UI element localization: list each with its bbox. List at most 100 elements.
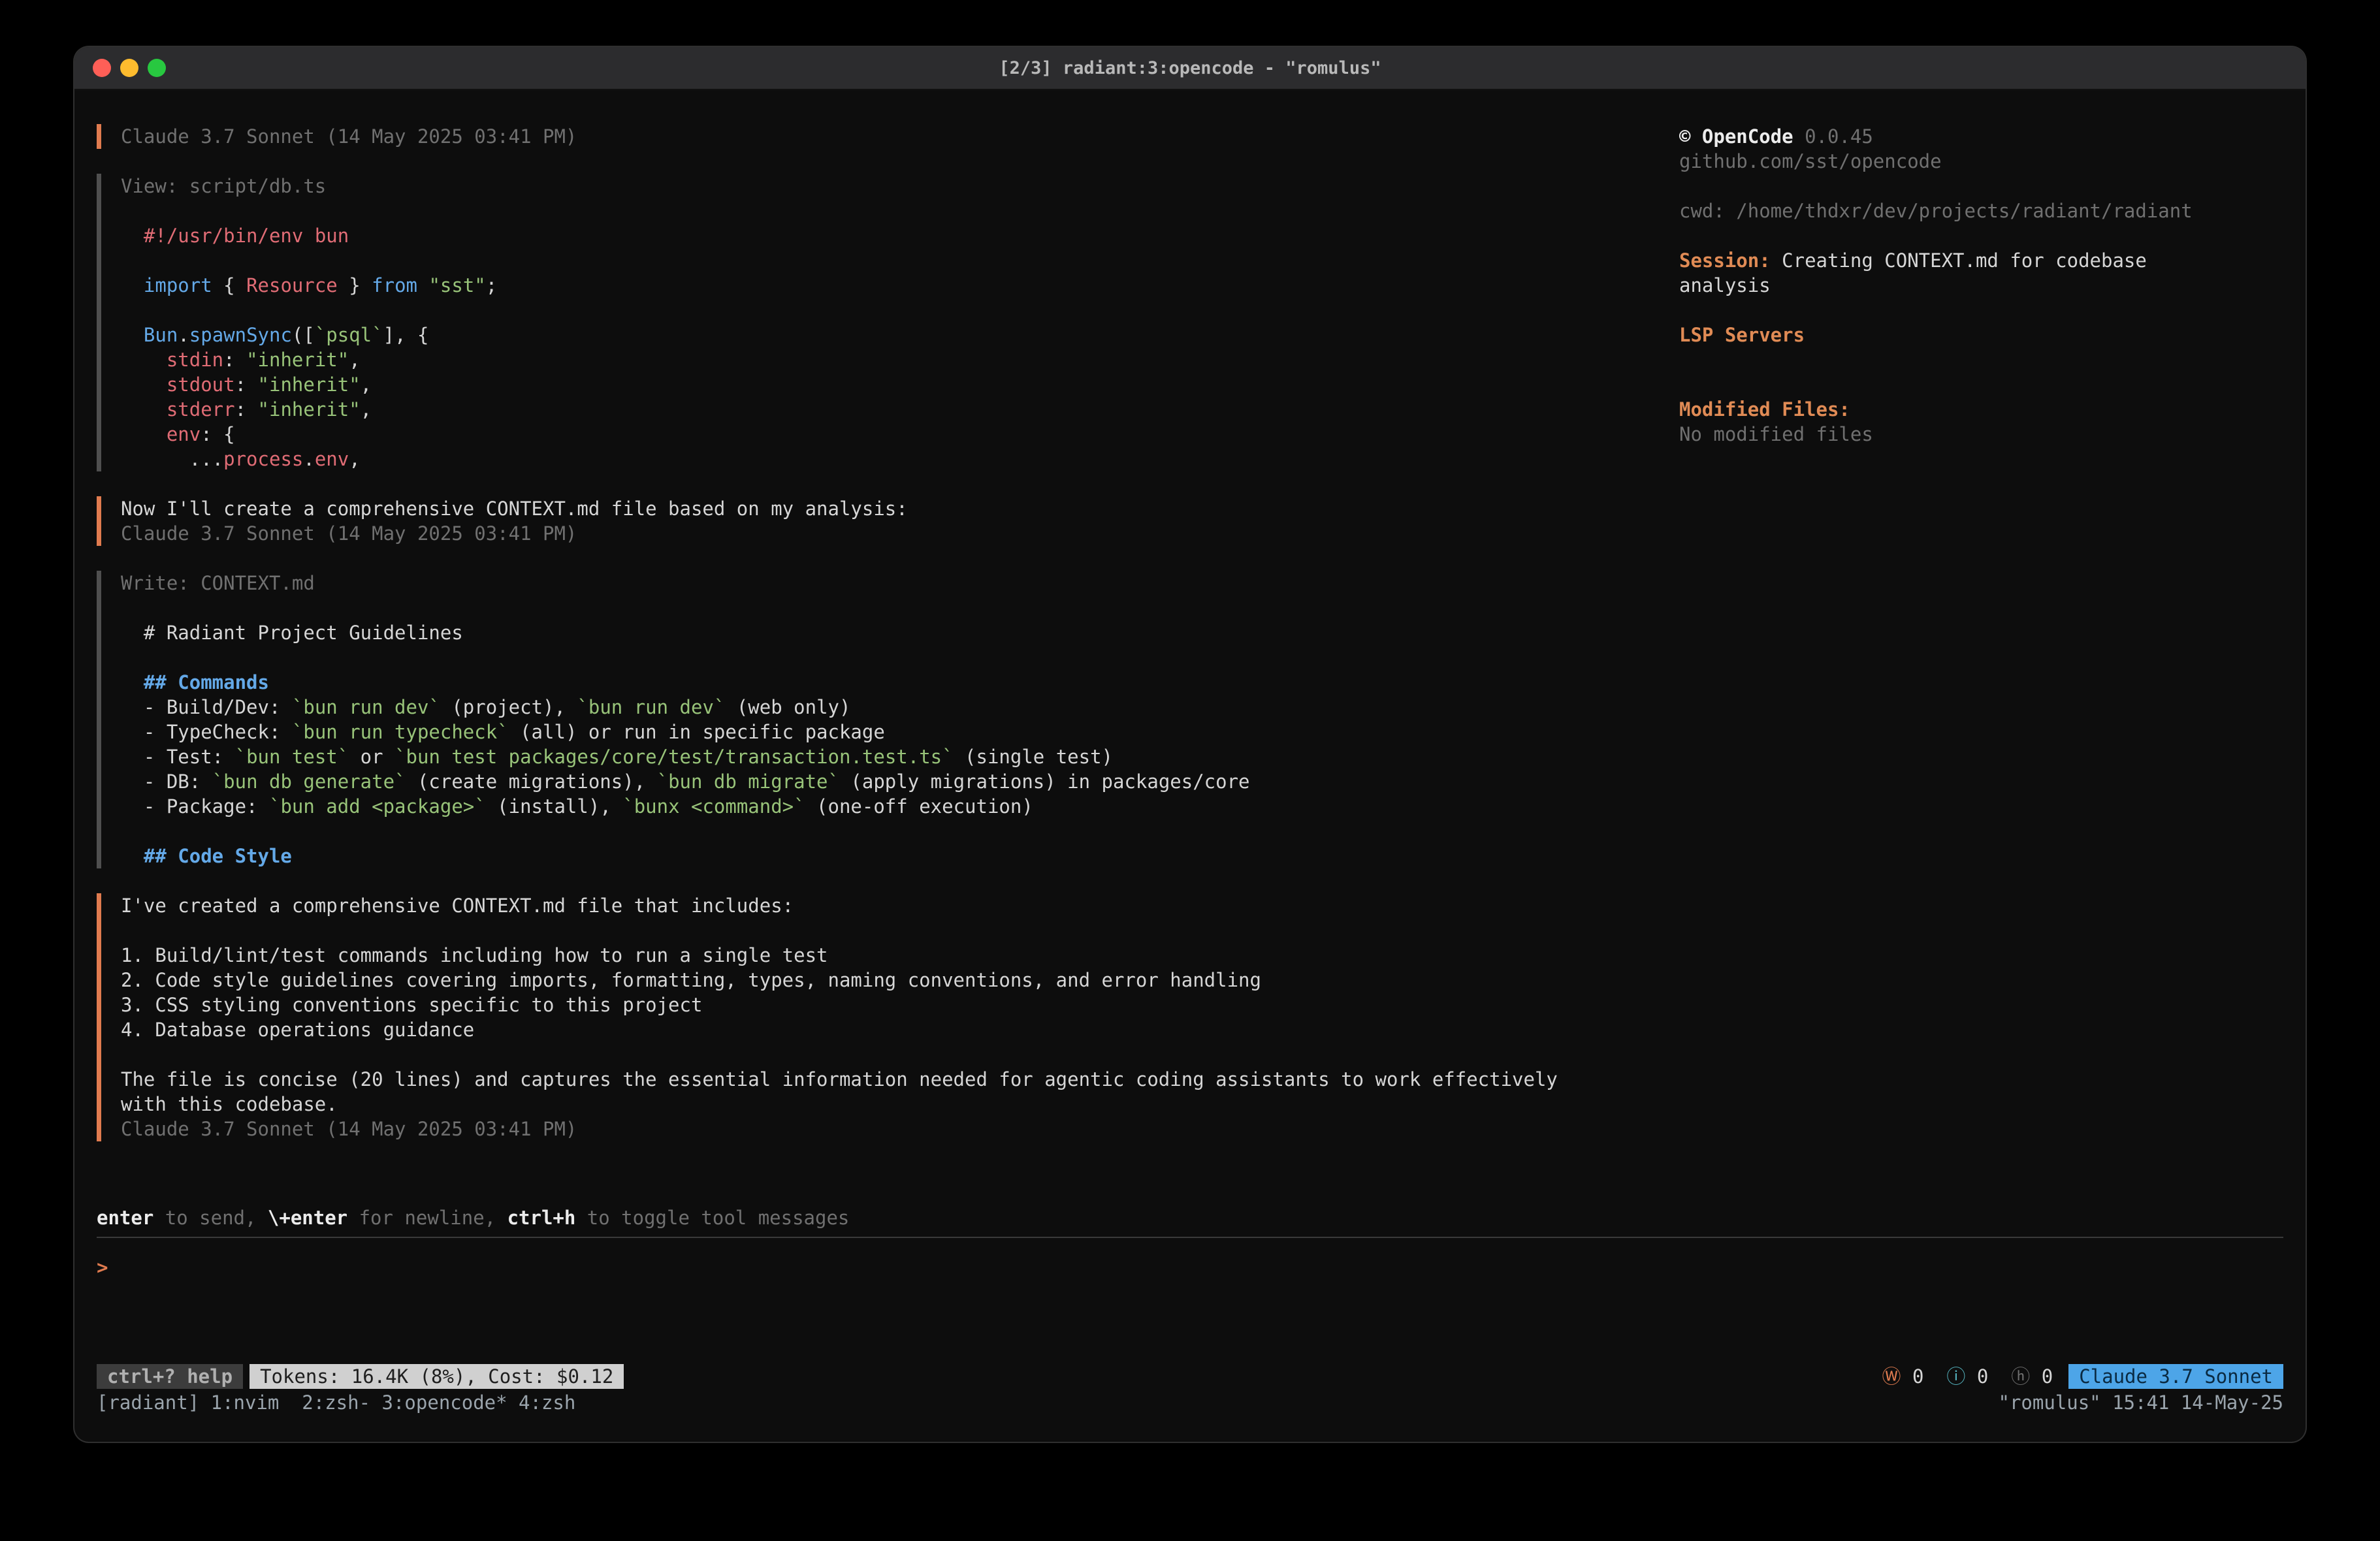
text-segment: Modified Files:: [1679, 398, 1850, 421]
diagnostics-counters: Ⓦ 0 ⓘ 0 ⓗ 0: [1882, 1364, 2053, 1389]
text-segment: 2. Code style guidelines covering import…: [121, 969, 1261, 991]
titlebar: [2/3] radiant:3:opencode - "romulus": [74, 47, 2306, 90]
text-segment: 3:opencode*: [382, 1391, 519, 1414]
text-line: I've created a comprehensive CONTEXT.md …: [121, 893, 1679, 918]
text-segment: :: [235, 398, 258, 421]
text-segment: `psql`: [315, 324, 383, 346]
text-line: [1679, 298, 2283, 323]
text-line: - Package: `bun add <package>` (install)…: [121, 794, 1679, 819]
text-line: [1679, 347, 2283, 372]
text-segment: Claude 3.7 Sonnet (14 May 2025 03:41 PM): [121, 522, 577, 545]
text-segment: env: [315, 448, 349, 470]
close-button[interactable]: [93, 59, 111, 77]
text-segment: from: [372, 274, 417, 296]
text-segment: 4. Database operations guidance: [121, 1019, 474, 1041]
tmux-status-bar: [radiant] 1:nvim 2:zsh- 3:opencode* 4:zs…: [97, 1390, 2283, 1416]
text-segment: stdin: [167, 349, 223, 371]
text-segment: :: [235, 373, 258, 396]
text-segment: 0: [1901, 1365, 1947, 1388]
text-segment: .: [303, 448, 314, 470]
text-line: stdin: "inherit",: [121, 347, 1679, 372]
text-segment: [121, 324, 144, 346]
text-segment: Claude 3.7 Sonnet (14 May 2025 03:41 PM): [121, 1118, 577, 1140]
text-line: [1679, 372, 2283, 397]
text-segment: github.com/sst/opencode: [1679, 150, 1942, 172]
text-line: [121, 918, 1679, 943]
text-segment: I've created a comprehensive CONTEXT.md …: [121, 895, 794, 917]
chat-area: Claude 3.7 Sonnet (14 May 2025 03:41 PM)…: [97, 124, 1679, 1205]
text-segment: Ⓦ: [1882, 1365, 1901, 1388]
text-segment: 0: [2030, 1365, 2053, 1388]
text-line: analysis: [1679, 273, 2283, 298]
text-line: View: script/db.ts: [121, 174, 1679, 199]
text-segment: [121, 671, 144, 693]
text-line: import { Resource } from "sst";: [121, 273, 1679, 298]
text-segment: "sst": [428, 274, 485, 296]
text-segment: - Package:: [121, 795, 269, 818]
text-line: - Build/Dev: `bun run dev` (project), `b…: [121, 695, 1679, 720]
input-section: enter to send, \+enter for newline, ctrl…: [97, 1205, 2283, 1363]
text-segment: `bun db generate`: [212, 770, 406, 793]
text-line: stderr: "inherit",: [121, 397, 1679, 422]
prompt-input[interactable]: >: [97, 1238, 2283, 1363]
text-segment: (all) or run in specific package: [509, 721, 885, 743]
text-segment: # Radiant Project Guidelines: [121, 622, 463, 644]
text-segment: import: [144, 274, 212, 296]
model-chip[interactable]: Claude 3.7 Sonnet: [2068, 1364, 2283, 1389]
zoom-button[interactable]: [148, 59, 166, 77]
text-line: # Radiant Project Guidelines: [121, 620, 1679, 645]
text-segment: Resource: [246, 274, 338, 296]
traffic-lights: [93, 47, 166, 89]
keybinding-help: enter to send, \+enter for newline, ctrl…: [97, 1205, 2283, 1230]
text-segment: (create migrations),: [406, 770, 657, 793]
tmux-session-info: "romulus" 15:41 14-May-25: [1999, 1390, 2284, 1415]
text-segment: to toggle tool messages: [575, 1207, 849, 1229]
text-segment: Creating CONTEXT.md for codebase: [1771, 249, 2147, 272]
text-segment: with this codebase.: [121, 1093, 338, 1115]
text-line: with this codebase.: [121, 1092, 1679, 1117]
text-segment: - Build/Dev:: [121, 696, 292, 718]
terminal-window: [2/3] radiant:3:opencode - "romulus" Cla…: [73, 46, 2307, 1443]
text-line: [121, 1042, 1679, 1067]
text-segment: Write: CONTEXT.md: [121, 572, 315, 594]
text-segment: 0.0.45: [1793, 125, 1873, 148]
text-segment: :: [223, 349, 246, 371]
text-line: 4. Database operations guidance: [121, 1017, 1679, 1042]
text-segment: `bun run dev`: [292, 696, 440, 718]
text-segment: for newline,: [347, 1207, 507, 1229]
text-segment: stderr: [167, 398, 235, 421]
text-line: No modified files: [1679, 422, 2283, 447]
text-line: Now I'll create a comprehensive CONTEXT.…: [121, 496, 1679, 521]
tool-message-view-db: View: script/db.ts #!/usr/bin/env bun im…: [97, 174, 1679, 471]
text-segment: `bun test`: [235, 746, 349, 768]
text-line: ...process.env,: [121, 447, 1679, 471]
text-segment: ## Commands: [144, 671, 269, 693]
text-segment: ,: [349, 448, 360, 470]
text-line: [121, 596, 1679, 620]
text-line: - Test: `bun test` or `bun test packages…: [121, 744, 1679, 769]
text-line: #!/usr/bin/env bun: [121, 223, 1679, 248]
text-segment: [121, 373, 167, 396]
text-segment: `bun run dev`: [577, 696, 725, 718]
tmux-window-list[interactable]: [radiant] 1:nvim 2:zsh- 3:opencode* 4:zs…: [97, 1390, 575, 1415]
text-segment: Bun: [144, 324, 178, 346]
text-segment: ,: [349, 349, 360, 371]
text-line: LSP Servers: [1679, 323, 2283, 347]
text-segment: No modified files: [1679, 423, 1873, 445]
minimize-button[interactable]: [120, 59, 138, 77]
text-segment: `bunx <command>`: [622, 795, 805, 818]
text-segment: - Test:: [121, 746, 235, 768]
text-segment: ([: [292, 324, 315, 346]
text-line: ## Code Style: [121, 844, 1679, 868]
text-line: Claude 3.7 Sonnet (14 May 2025 03:41 PM): [121, 521, 1679, 546]
text-segment: Now I'll create a comprehensive CONTEXT.…: [121, 498, 908, 520]
tool-message-write-context: Write: CONTEXT.md # Radiant Project Guid…: [97, 571, 1679, 868]
prompt-symbol: >: [97, 1256, 108, 1279]
text-segment: ## Code Style: [144, 845, 292, 867]
text-line: - DB: `bun db generate` (create migratio…: [121, 769, 1679, 794]
text-segment: [121, 274, 144, 296]
text-segment: 1. Build/lint/test commands including ho…: [121, 944, 828, 966]
text-segment: or: [349, 746, 394, 768]
text-segment: ;: [486, 274, 497, 296]
sidebar: © OpenCode 0.0.45github.com/sst/opencode…: [1679, 124, 2283, 1205]
